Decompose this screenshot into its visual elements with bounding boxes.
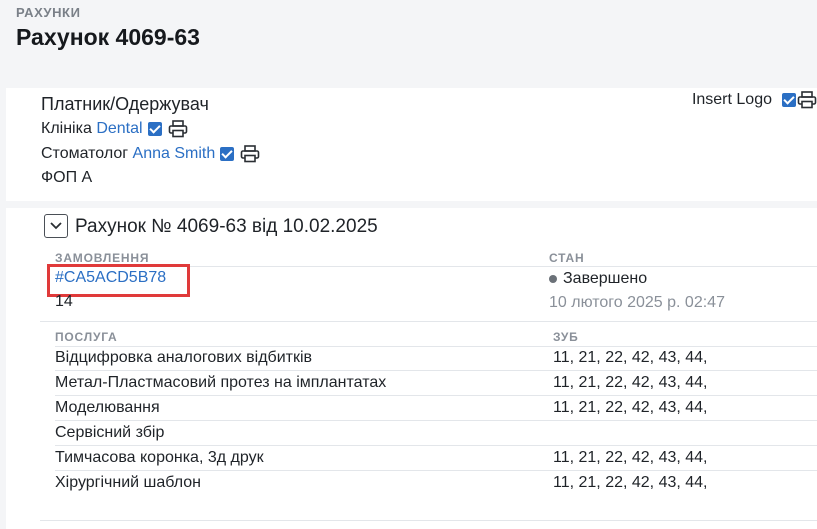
entity-row: ФОП А [41,169,93,186]
service-teeth: 11, 21, 22, 42, 43, 44, [553,449,708,466]
service-teeth: 11, 21, 22, 42, 43, 44, [553,374,708,391]
dentist-link[interactable]: Anna Smith [133,145,216,163]
table-row: Відцифровка аналогових відбитків 11, 21,… [0,346,817,371]
status-badge: Завершено [549,270,647,288]
service-column-header: ПОСЛУГА [55,330,118,344]
table-row: Моделювання 11, 21, 22, 42, 43, 44, [0,396,817,421]
service-name: Тимчасова коронка, 3д друк [55,449,264,466]
order-column-header: ЗАМОВЛЕННЯ [55,251,150,265]
printer-icon[interactable] [168,120,188,138]
table-row: Метал-Пластмасовий протез на імплантатах… [0,371,817,396]
dentist-row: Стоматолог Anna Smith [41,145,260,163]
status-text: Завершено [563,270,648,287]
invoice-heading: Рахунок № 4069-63 від 10.02.2025 [75,216,378,237]
table-row: Хірургічний шаблон 11, 21, 22, 42, 43, 4… [0,471,817,496]
service-teeth: 11, 21, 22, 42, 43, 44, [553,349,708,366]
service-name: Метал-Пластмасовий протез на імплантатах [55,374,387,391]
dentist-checkbox[interactable] [220,147,235,161]
tooth-column-header: ЗУБ [553,330,579,344]
order-subtext: 14 [55,293,73,310]
collapse-button[interactable] [44,214,68,238]
dentist-label: Стоматолог [41,145,129,162]
service-teeth: 11, 21, 22, 42, 43, 44, [553,474,708,491]
printer-icon[interactable] [797,91,817,109]
status-date: 10 лютого 2025 р. 02:47 [549,294,725,311]
clinic-link[interactable]: Dental [96,120,142,138]
clinic-label: Клініка [41,120,92,137]
divider [40,520,817,521]
status-dot-icon [549,275,557,283]
breadcrumb[interactable]: РАХУНКИ [16,5,81,20]
service-name: Хірургічний шаблон [55,474,201,491]
service-teeth: 11, 21, 22, 42, 43, 44, [553,399,708,416]
service-name: Моделювання [55,399,160,416]
payer-title: Платник/Одержувач [41,94,209,114]
status-column-header: СТАН [549,251,585,265]
page-title: Рахунок 4069-63 [16,24,200,50]
insert-logo-checkbox[interactable] [782,93,796,107]
table-row: Сервісний збір [0,421,817,446]
insert-logo-control: Insert Logo [692,91,817,109]
insert-logo-label: Insert Logo [691,91,772,108]
divider [40,321,817,322]
clinic-checkbox[interactable] [147,122,162,136]
service-name: Відцифровка аналогових відбитків [55,349,313,366]
table-row: Тимчасова коронка, 3д друк 11, 21, 22, 4… [0,446,817,471]
service-name: Сервісний збір [55,424,165,441]
printer-icon[interactable] [240,145,260,163]
clinic-row: Клініка Dental [41,120,188,138]
chevron-down-icon [50,222,62,230]
